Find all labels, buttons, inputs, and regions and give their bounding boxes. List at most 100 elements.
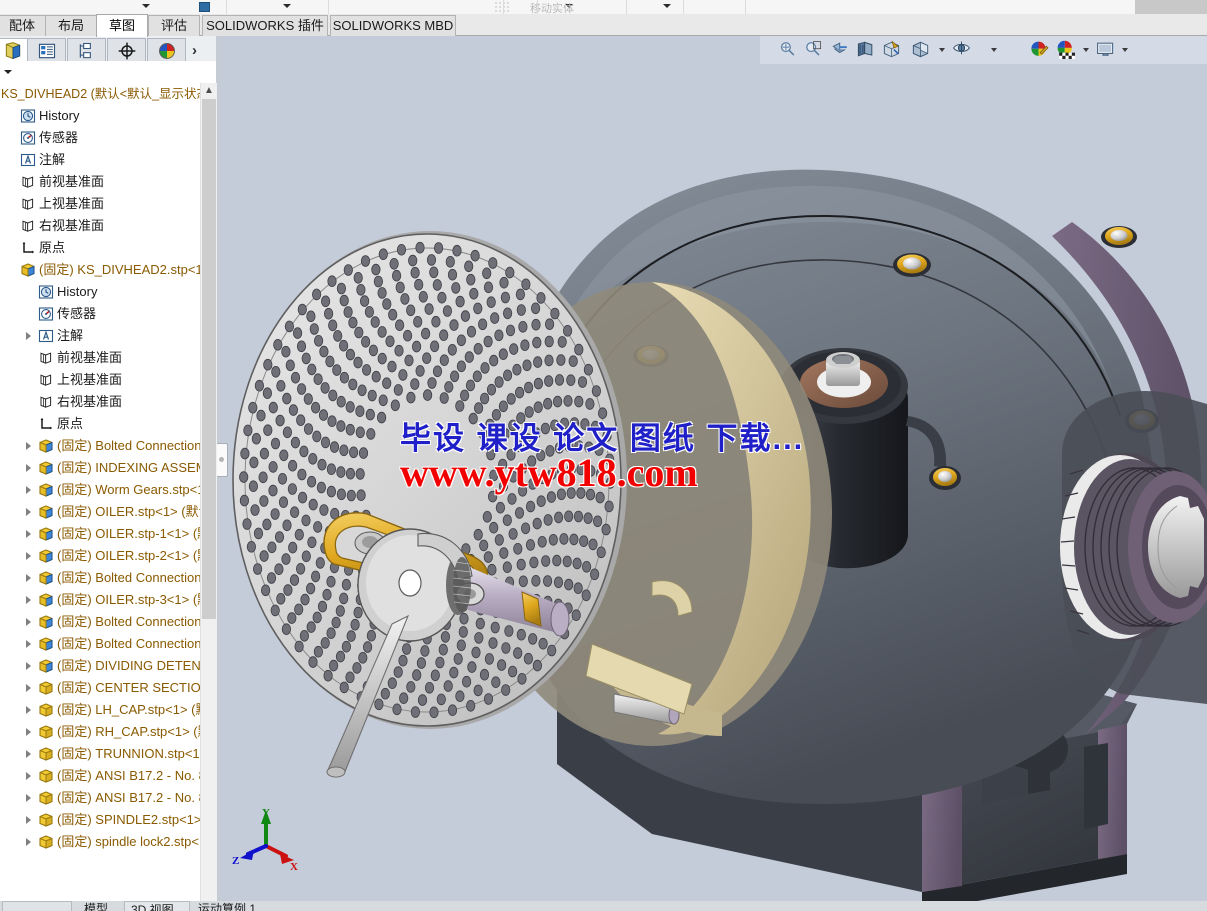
view-settings-icon[interactable] (1095, 40, 1117, 60)
feature-tree-row[interactable]: (固定) Bolted Connection_3 (0, 633, 208, 655)
scroll-up-icon[interactable]: ▲ (201, 83, 217, 99)
feature-tree-row[interactable]: (固定) ANSI B17.2 - No. 80 (0, 787, 208, 809)
expand-arrow-icon[interactable] (26, 552, 31, 560)
feature-tree-row[interactable]: (固定) KS_DIVHEAD2.stp<1> (黑 (0, 259, 208, 281)
chevron-down-icon[interactable] (939, 48, 945, 52)
chevron-down-icon[interactable] (1083, 48, 1089, 52)
feature-tree-filter-bar[interactable] (0, 61, 216, 84)
feature-tree-row[interactable]: (固定) spindle lock2.stp<1> (0, 831, 208, 853)
feature-tree-row[interactable]: (固定) OILER.stp-2<1> (默认 (0, 545, 208, 567)
feature-tree-row[interactable]: (固定) OILER.stp<1> (默认< (0, 501, 208, 523)
feature-tree-row[interactable]: 原点 (0, 237, 208, 259)
feature-tree-row[interactable]: 上视基准面 (0, 193, 208, 215)
expand-arrow-icon[interactable] (26, 816, 31, 824)
dimxpert-manager-tab[interactable] (107, 38, 146, 62)
feature-tree-row[interactable]: (固定) Bolted Connection_1 (0, 567, 208, 589)
hide-show-items-icon[interactable] (951, 40, 973, 60)
expand-arrow-icon[interactable] (26, 772, 31, 780)
feature-tree-row[interactable]: History (0, 105, 208, 127)
feature-tree-row[interactable]: KS_DIVHEAD2 (默认<默认_显示状态 (0, 83, 208, 105)
feature-tree[interactable]: KS_DIVHEAD2 (默认<默认_显示状态 History 传感器 注解 前视基准面… (0, 83, 208, 911)
ribbon-blue-icon[interactable] (199, 2, 210, 12)
feature-tree-row[interactable]: (固定) Bolted Connection_2 (0, 611, 208, 633)
command-tab-2[interactable]: 草图 (96, 14, 148, 37)
zoom-to-area-icon[interactable] (803, 40, 825, 60)
apply-scene-icon[interactable] (1055, 40, 1077, 60)
section-view-icon[interactable] (855, 40, 877, 60)
display-style-icon[interactable] (910, 40, 932, 60)
expand-arrow-icon[interactable] (26, 486, 31, 494)
ribbon-caret-1[interactable] (142, 4, 150, 8)
command-tab-1[interactable]: 布局 (45, 15, 97, 36)
feature-tree-row[interactable]: 前视基准面 (0, 171, 208, 193)
tab-navigation-buttons[interactable] (2, 901, 72, 911)
feature-tree-row[interactable]: (固定) OILER.stp-3<1> (默认 (0, 589, 208, 611)
feature-tree-row-label: (固定) RH_CAP.stp<1> (默认 (57, 724, 208, 739)
feature-tree-row[interactable]: 右视基准面 (0, 391, 208, 413)
expand-arrow-icon[interactable] (26, 750, 31, 758)
chevron-down-icon[interactable] (4, 70, 12, 74)
feature-tree-row[interactable]: 注解 (0, 325, 208, 347)
ribbon-right-button[interactable] (1135, 0, 1207, 14)
expand-arrow-icon[interactable] (26, 332, 31, 340)
view-orientation-icon[interactable] (881, 40, 903, 60)
feature-tree-row[interactable]: (固定) Worm Gears.stp<1> (0, 479, 208, 501)
command-tab-0[interactable]: 配体 (0, 15, 48, 36)
expand-arrow-icon[interactable] (26, 508, 31, 516)
assembly-icon (38, 526, 54, 542)
document-tab-2[interactable]: 运动算例 1 (192, 901, 280, 911)
command-tab-3[interactable]: 评估 (148, 15, 200, 36)
previous-view-icon[interactable] (830, 40, 852, 60)
command-tab-5[interactable]: SOLIDWORKS MBD (330, 15, 456, 36)
command-tab-4[interactable]: SOLIDWORKS 插件 (202, 15, 328, 36)
annotation-icon (38, 328, 54, 344)
feature-tree-row[interactable]: (固定) TRUNNION.stp<1> (0, 743, 208, 765)
expand-arrow-icon[interactable] (26, 684, 31, 692)
property-manager-tab[interactable] (27, 38, 66, 62)
display-manager-tab[interactable] (147, 38, 186, 62)
scroll-thumb[interactable] (202, 99, 216, 619)
feature-tree-row[interactable]: 传感器 (0, 127, 208, 149)
feature-tree-row[interactable]: (固定) LH_CAP.stp<1> (默认 (0, 699, 208, 721)
expand-arrow-icon[interactable] (26, 464, 31, 472)
document-tab-1[interactable]: 3D 视图 (124, 901, 190, 911)
expand-arrow-icon[interactable] (26, 728, 31, 736)
feature-tree-row[interactable]: 传感器 (0, 303, 208, 325)
panel-expand-arrow[interactable]: › (192, 42, 197, 59)
expand-arrow-icon[interactable] (26, 596, 31, 604)
document-tab-0[interactable]: 模型 (78, 901, 122, 911)
expand-arrow-icon[interactable] (26, 706, 31, 714)
expand-arrow-icon[interactable] (26, 442, 31, 450)
ribbon-caret-2[interactable] (283, 4, 291, 8)
feature-tree-row[interactable]: 上视基准面 (0, 369, 208, 391)
feature-tree-row[interactable]: 前视基准面 (0, 347, 208, 369)
feature-tree-row[interactable]: (固定) OILER.stp-1<1> (默认 (0, 523, 208, 545)
feature-tree-row[interactable]: (固定) RH_CAP.stp<1> (默认 (0, 721, 208, 743)
chevron-down-icon[interactable] (991, 48, 997, 52)
feature-tree-row[interactable]: History (0, 281, 208, 303)
feature-tree-row[interactable]: (固定) CENTER SECTION2.s (0, 677, 208, 699)
feature-tree-row[interactable]: 注解 (0, 149, 208, 171)
ribbon-caret-4[interactable] (663, 4, 671, 8)
feature-tree-row[interactable]: (固定) DIVIDING DETENT.s (0, 655, 208, 677)
zoom-to-fit-icon[interactable] (777, 40, 799, 60)
configuration-manager-tab[interactable] (67, 38, 106, 62)
feature-tree-vscrollbar[interactable]: ▲ ▼ (200, 83, 217, 911)
feature-tree-row[interactable]: (固定) Bolted Connection.st (0, 435, 208, 457)
expand-arrow-icon[interactable] (26, 838, 31, 846)
feature-tree-row[interactable]: 右视基准面 (0, 215, 208, 237)
feature-tree-row-label: (固定) Bolted Connection.st (57, 438, 208, 453)
chevron-down-icon[interactable] (1122, 48, 1128, 52)
feature-tree-row[interactable]: (固定) INDEXING ASSEMBL (0, 457, 208, 479)
expand-arrow-icon[interactable] (26, 574, 31, 582)
expand-arrow-icon[interactable] (26, 794, 31, 802)
expand-arrow-icon[interactable] (26, 530, 31, 538)
expand-arrow-icon[interactable] (26, 662, 31, 670)
feature-tree-row[interactable]: (固定) SPINDLE2.stp<1> (黑 (0, 809, 208, 831)
graphics-viewport[interactable]: 毕设 课设 论文 图纸 下载... www.ytw818.com Y X Z (222, 64, 1207, 911)
feature-tree-row[interactable]: 原点 (0, 413, 208, 435)
expand-arrow-icon[interactable] (26, 640, 31, 648)
expand-arrow-icon[interactable] (26, 618, 31, 626)
edit-appearance-icon[interactable] (1028, 40, 1050, 60)
feature-tree-row[interactable]: (固定) ANSI B17.2 - No. 80 (0, 765, 208, 787)
